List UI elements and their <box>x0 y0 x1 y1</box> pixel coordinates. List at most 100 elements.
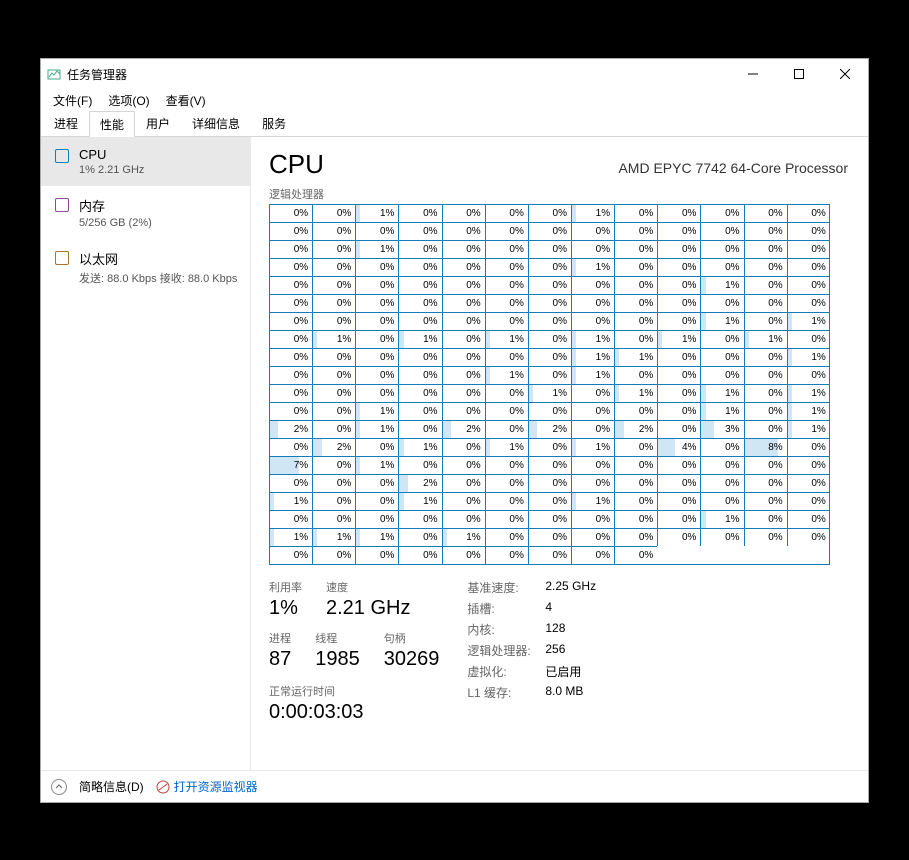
lp-cell[interactable]: 0% <box>744 312 787 330</box>
lp-cell[interactable]: 0% <box>485 204 528 222</box>
lp-cell[interactable]: 1% <box>571 204 614 222</box>
lp-cell[interactable]: 0% <box>485 258 528 276</box>
lp-cell[interactable]: 0% <box>485 456 528 474</box>
lp-cell[interactable]: 0% <box>269 276 312 294</box>
lp-cell[interactable]: 1% <box>398 438 441 456</box>
lp-cell[interactable]: 0% <box>355 366 398 384</box>
lp-cell[interactable]: 1% <box>355 240 398 258</box>
lp-cell[interactable]: 0% <box>312 402 355 420</box>
lp-cell[interactable]: 1% <box>700 384 743 402</box>
lp-cell[interactable]: 0% <box>528 366 571 384</box>
lp-cell[interactable]: 0% <box>744 204 787 222</box>
lp-cell[interactable]: 0% <box>571 276 614 294</box>
lp-cell[interactable]: 0% <box>528 510 571 528</box>
lp-cell[interactable]: 0% <box>485 546 528 564</box>
lp-cell[interactable]: 0% <box>312 222 355 240</box>
lp-cell[interactable]: 0% <box>355 276 398 294</box>
lp-cell[interactable]: 0% <box>398 384 441 402</box>
lp-cell[interactable]: 2% <box>312 438 355 456</box>
lp-cell[interactable]: 0% <box>442 204 485 222</box>
lp-cell[interactable]: 0% <box>312 276 355 294</box>
lp-cell[interactable]: 0% <box>657 420 700 438</box>
lp-cell[interactable]: 0% <box>528 546 571 564</box>
lp-cell[interactable]: 0% <box>700 366 743 384</box>
lp-cell[interactable]: 0% <box>442 492 485 510</box>
lp-cell[interactable]: 0% <box>312 546 355 564</box>
lp-cell[interactable]: 0% <box>744 384 787 402</box>
lp-cell[interactable]: 0% <box>355 546 398 564</box>
lp-cell[interactable]: 1% <box>787 420 830 438</box>
lp-cell[interactable]: 1% <box>398 492 441 510</box>
lp-cell[interactable]: 0% <box>312 312 355 330</box>
lp-cell[interactable]: 0% <box>398 276 441 294</box>
lp-cell[interactable]: 0% <box>744 348 787 366</box>
lp-cell[interactable]: 1% <box>787 402 830 420</box>
lp-cell[interactable]: 2% <box>442 420 485 438</box>
lp-cell[interactable]: 0% <box>398 402 441 420</box>
lp-cell[interactable]: 0% <box>398 240 441 258</box>
lp-cell[interactable]: 0% <box>528 438 571 456</box>
lp-cell[interactable]: 0% <box>657 492 700 510</box>
lp-cell[interactable]: 0% <box>355 384 398 402</box>
lp-cell[interactable]: 1% <box>700 276 743 294</box>
lp-cell[interactable]: 0% <box>787 294 830 312</box>
lp-cell[interactable]: 1% <box>571 348 614 366</box>
lp-cell[interactable]: 0% <box>355 294 398 312</box>
lp-cell[interactable]: 0% <box>398 348 441 366</box>
lp-cell[interactable]: 0% <box>485 294 528 312</box>
lp-cell[interactable]: 0% <box>787 204 830 222</box>
lp-cell[interactable]: 0% <box>485 528 528 546</box>
lp-cell[interactable]: 1% <box>442 528 485 546</box>
lp-cell[interactable]: 0% <box>312 420 355 438</box>
lp-cell[interactable]: 2% <box>614 420 657 438</box>
lp-cell[interactable]: 1% <box>700 402 743 420</box>
lp-cell[interactable]: 0% <box>571 528 614 546</box>
lp-cell[interactable]: 0% <box>355 510 398 528</box>
lp-cell[interactable]: 1% <box>571 366 614 384</box>
lp-cell[interactable]: 0% <box>614 294 657 312</box>
lp-cell[interactable]: 0% <box>700 492 743 510</box>
lp-cell[interactable]: 0% <box>700 240 743 258</box>
lp-cell[interactable]: 0% <box>269 402 312 420</box>
lp-cell[interactable]: 0% <box>398 510 441 528</box>
lp-cell[interactable]: 0% <box>744 366 787 384</box>
lp-cell[interactable]: 0% <box>312 456 355 474</box>
lp-cell[interactable]: 0% <box>442 438 485 456</box>
lp-cell[interactable]: 0% <box>269 474 312 492</box>
logical-processor-grid[interactable]: 0%0%1%0%0%0%0%1%0%0%0%0%0%0%0%0%0%0%0%0%… <box>269 204 830 565</box>
tab-processes[interactable]: 进程 <box>43 110 89 136</box>
lp-cell[interactable]: 0% <box>398 528 441 546</box>
lp-cell[interactable]: 0% <box>744 456 787 474</box>
lp-cell[interactable]: 0% <box>571 384 614 402</box>
lp-cell[interactable]: 0% <box>700 456 743 474</box>
lp-cell[interactable]: 1% <box>269 492 312 510</box>
lp-cell[interactable]: 0% <box>312 474 355 492</box>
lp-cell[interactable]: 0% <box>398 222 441 240</box>
lp-cell[interactable]: 0% <box>485 510 528 528</box>
lp-cell[interactable]: 0% <box>398 204 441 222</box>
lp-cell[interactable]: 0% <box>787 438 830 456</box>
lp-cell[interactable]: 0% <box>528 528 571 546</box>
menu-options[interactable]: 选项(O) <box>100 90 157 111</box>
lp-cell[interactable]: 0% <box>269 366 312 384</box>
lp-cell[interactable]: 0% <box>614 474 657 492</box>
lp-cell[interactable]: 0% <box>355 330 398 348</box>
lp-cell[interactable]: 0% <box>657 510 700 528</box>
lp-cell[interactable]: 0% <box>485 420 528 438</box>
lp-cell[interactable]: 0% <box>528 474 571 492</box>
chevron-up-icon[interactable] <box>51 779 67 795</box>
lp-cell[interactable]: 0% <box>355 474 398 492</box>
lp-cell[interactable]: 0% <box>614 222 657 240</box>
lp-cell[interactable]: 0% <box>571 402 614 420</box>
maximize-button[interactable] <box>776 59 822 89</box>
lp-cell[interactable]: 0% <box>485 402 528 420</box>
lp-cell[interactable]: 0% <box>312 258 355 276</box>
lp-cell[interactable]: 0% <box>442 312 485 330</box>
lp-cell[interactable]: 8% <box>744 438 787 456</box>
lp-cell[interactable]: 1% <box>355 420 398 438</box>
lp-cell[interactable]: 0% <box>485 492 528 510</box>
lp-cell[interactable]: 0% <box>398 258 441 276</box>
lp-cell[interactable]: 0% <box>614 276 657 294</box>
lp-cell[interactable]: 0% <box>269 312 312 330</box>
sidebar-item-memory[interactable]: 内存 5/256 GB (2%) <box>41 186 250 239</box>
